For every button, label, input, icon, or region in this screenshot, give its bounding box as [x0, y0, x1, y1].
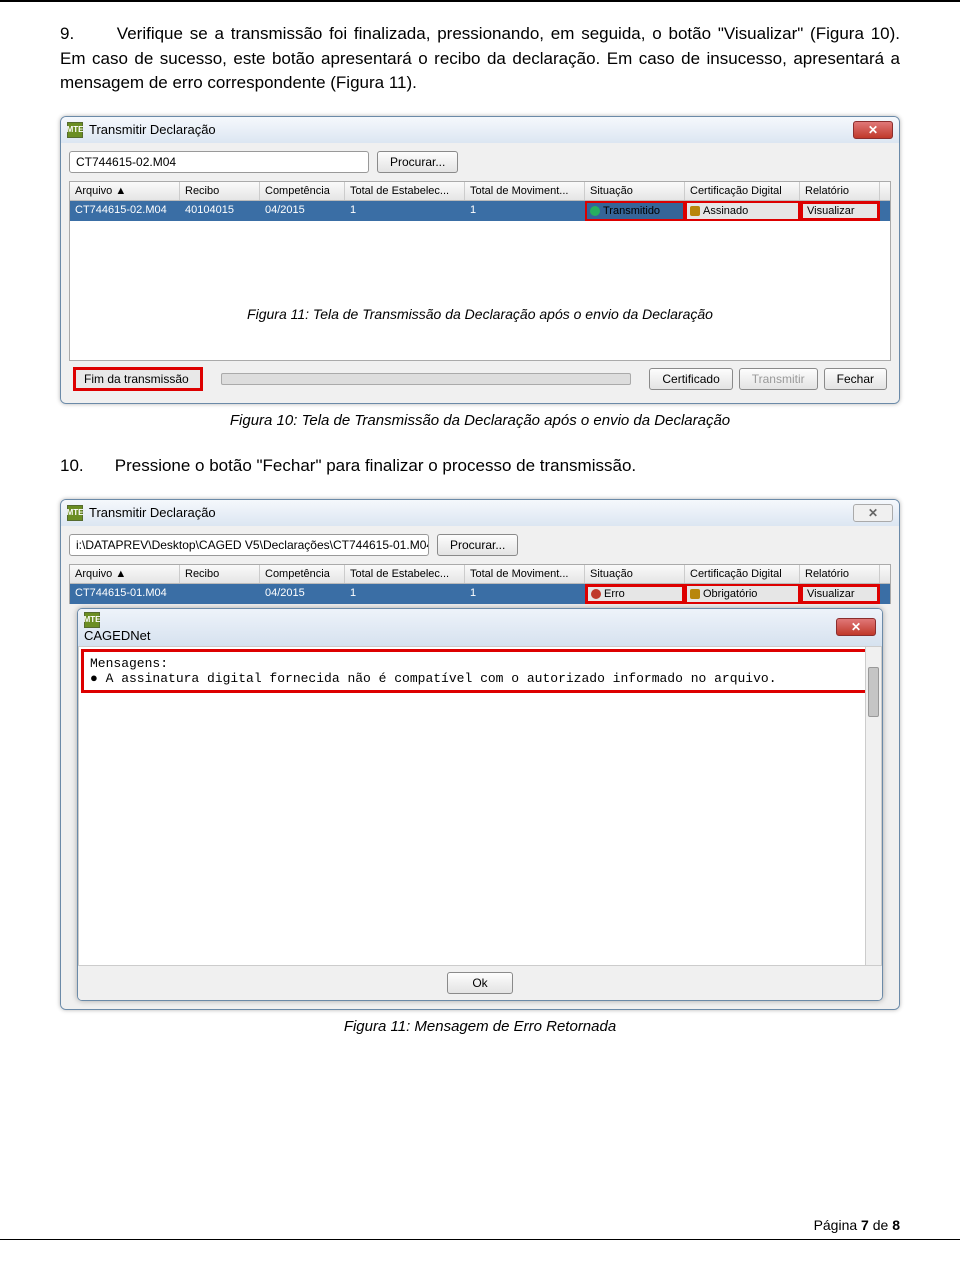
- cagednet-dialog: MTE CAGEDNet ✕ Mensagens: ● A assinatura…: [77, 608, 883, 1001]
- cell-sit-text: Transmitido: [603, 205, 660, 217]
- col-relatorio[interactable]: Relatório: [800, 565, 880, 583]
- cell-recibo: [180, 584, 260, 604]
- ok-button[interactable]: Ok: [447, 972, 512, 994]
- fig11-titlebar: MTE Transmitir Declaração ✕: [61, 500, 899, 526]
- fig11-window-title: Transmitir Declaração: [89, 505, 216, 520]
- fig11-window: MTE Transmitir Declaração ✕ i:\DATAPREV\…: [60, 499, 900, 1010]
- close-icon[interactable]: ✕: [836, 618, 876, 636]
- error-message-text: ● A assinatura digital fornecida não é c…: [90, 671, 870, 686]
- app-icon: MTE: [84, 612, 100, 628]
- app-icon: MTE: [67, 122, 83, 138]
- col-moviment[interactable]: Total de Moviment...: [465, 565, 585, 583]
- cell-estab: 1: [345, 201, 465, 221]
- fig10-window-title: Transmitir Declaração: [89, 122, 216, 137]
- close-icon[interactable]: ✕: [853, 504, 893, 522]
- cell-cert-highlight: Obrigatório: [685, 584, 800, 604]
- col-moviment[interactable]: Total de Moviment...: [465, 182, 585, 200]
- page-footer: Página 7 de 8: [814, 1217, 900, 1233]
- table-row[interactable]: CT744615-02.M04 40104015 04/2015 1 1 Tra…: [70, 201, 890, 221]
- footer-prefix: Página: [814, 1217, 861, 1233]
- step-9-paragraph: 9. Verifique se a transmissão foi finali…: [60, 22, 900, 96]
- status-error-icon: [591, 589, 601, 599]
- cell-cert-text: Assinado: [703, 205, 748, 217]
- footer-current-page: 7: [861, 1217, 869, 1233]
- scroll-thumb[interactable]: [868, 667, 879, 717]
- col-arquivo[interactable]: Arquivo ▲: [70, 565, 180, 583]
- col-cert[interactable]: Certificação Digital: [685, 565, 800, 583]
- cell-estab: 1: [345, 584, 465, 604]
- key-icon: [690, 589, 700, 599]
- cell-cert-highlight: Assinado: [685, 201, 800, 221]
- footer-total-pages: 8: [892, 1217, 900, 1233]
- app-icon: MTE: [67, 505, 83, 521]
- cagednet-title: CAGEDNet: [84, 628, 150, 643]
- cell-recibo: 40104015: [180, 201, 260, 221]
- step-10-text: Pressione o botão "Fechar" para finaliza…: [115, 456, 636, 475]
- fechar-button[interactable]: Fechar: [824, 368, 887, 390]
- fig10-window: MTE Transmitir Declaração ✕ CT744615-02.…: [60, 116, 900, 404]
- fig10-inside-caption: Figura 11: Tela de Transmissão da Declar…: [70, 306, 890, 322]
- step-10-number: 10.: [60, 454, 110, 479]
- cell-movim: 1: [465, 584, 585, 604]
- cell-arquivo: CT744615-01.M04: [70, 584, 180, 604]
- col-arquivo[interactable]: Arquivo ▲: [70, 182, 180, 200]
- file-path-input[interactable]: i:\DATAPREV\Desktop\CAGED V5\Declarações…: [69, 534, 429, 556]
- fig10-table: Arquivo ▲ Recibo Competência Total de Es…: [69, 181, 891, 361]
- key-icon: [690, 206, 700, 216]
- col-competencia[interactable]: Competência: [260, 565, 345, 583]
- footer-mid: de: [869, 1217, 892, 1233]
- transmitir-button: Transmitir: [739, 368, 818, 390]
- col-competencia[interactable]: Competência: [260, 182, 345, 200]
- cell-cert-text: Obrigatório: [703, 588, 757, 600]
- error-message-highlight: Mensagens: ● A assinatura digital fornec…: [81, 649, 879, 693]
- col-cert[interactable]: Certificação Digital: [685, 182, 800, 200]
- col-recibo[interactable]: Recibo: [180, 565, 260, 583]
- file-path-input[interactable]: CT744615-02.M04: [69, 151, 369, 173]
- cell-situacao-error-highlight: Erro: [585, 584, 685, 604]
- visualizar-button-highlight[interactable]: Visualizar: [800, 584, 880, 604]
- table-header: Arquivo ▲ Recibo Competência Total de Es…: [70, 565, 890, 584]
- message-body: Mensagens: ● A assinatura digital fornec…: [78, 646, 882, 966]
- step-9-text: Verifique se a transmissão foi finalizad…: [60, 24, 900, 92]
- visualizar-button-highlight[interactable]: Visualizar: [800, 201, 880, 221]
- col-estabelec[interactable]: Total de Estabelec...: [345, 182, 465, 200]
- col-situacao[interactable]: Situação: [585, 182, 685, 200]
- close-icon[interactable]: ✕: [853, 121, 893, 139]
- cell-comp: 04/2015: [260, 584, 345, 604]
- browse-button[interactable]: Procurar...: [377, 151, 458, 173]
- progress-bar: [221, 373, 631, 385]
- cell-arquivo: CT744615-02.M04: [70, 201, 180, 221]
- fig11-caption: Figura 11: Mensagem de Erro Retornada: [60, 1018, 900, 1035]
- col-relatorio[interactable]: Relatório: [800, 182, 880, 200]
- cell-comp: 04/2015: [260, 201, 345, 221]
- scrollbar[interactable]: [865, 647, 881, 965]
- status-ok-icon: [590, 206, 600, 216]
- cell-movim: 1: [465, 201, 585, 221]
- col-estabelec[interactable]: Total de Estabelec...: [345, 565, 465, 583]
- step-9-number: 9.: [60, 22, 110, 47]
- col-situacao[interactable]: Situação: [585, 565, 685, 583]
- table-row[interactable]: CT744615-01.M04 04/2015 1 1 Erro Obrigat…: [70, 584, 890, 604]
- fig10-titlebar: MTE Transmitir Declaração ✕: [61, 117, 899, 143]
- cell-sit-text: Erro: [604, 588, 625, 600]
- col-recibo[interactable]: Recibo: [180, 182, 260, 200]
- status-fim-transmissao: Fim da transmissão: [73, 367, 203, 391]
- cell-situacao-highlight: Transmitido: [585, 201, 685, 221]
- browse-button[interactable]: Procurar...: [437, 534, 518, 556]
- certificado-button[interactable]: Certificado: [649, 368, 732, 390]
- fig10-caption: Figura 10: Tela de Transmissão da Declar…: [60, 412, 900, 429]
- messages-label: Mensagens:: [90, 656, 870, 671]
- step-10-paragraph: 10. Pressione o botão "Fechar" para fina…: [60, 454, 900, 479]
- table-header: Arquivo ▲ Recibo Competência Total de Es…: [70, 182, 890, 201]
